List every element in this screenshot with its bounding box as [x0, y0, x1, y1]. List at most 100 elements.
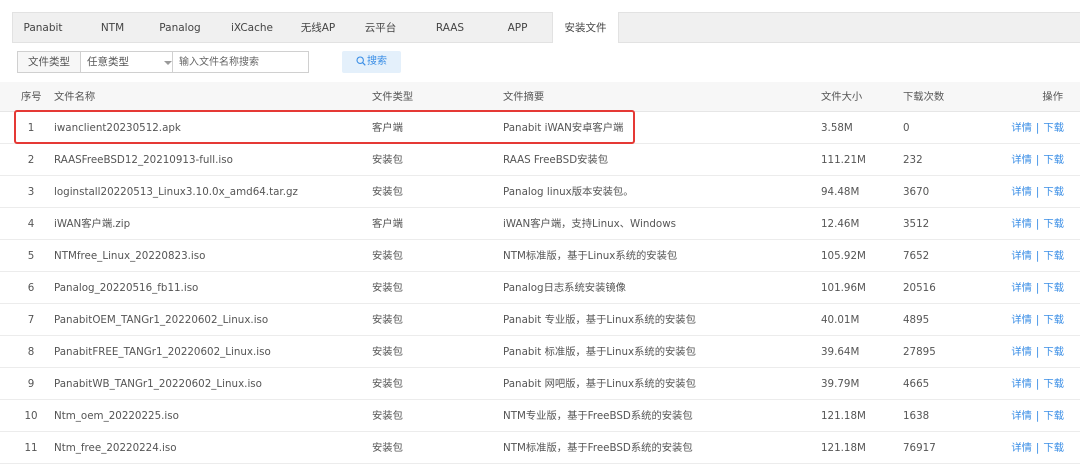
tab-app[interactable]: APP — [490, 13, 545, 43]
detail-link[interactable]: 详情 — [1011, 186, 1032, 198]
row-file-name: iwanclient20230512.apk — [54, 122, 181, 134]
row-actions: 详情 | 下载 — [1011, 176, 1064, 208]
download-link[interactable]: 下载 — [1043, 122, 1064, 134]
table-row: 10 Ntm_oem_20220225.iso 安装包 NTM专业版，基于FreeBS… — [0, 400, 1080, 432]
row-num: 1 — [27, 122, 35, 134]
download-link[interactable]: 下载 — [1043, 218, 1064, 230]
header-type: 文件类型 — [372, 91, 414, 103]
row-file-name: PanabitWB_TANGr1_20220602_Linux.iso — [54, 378, 262, 390]
row-file-desc: RAAS FreeBSD安装包 — [503, 154, 609, 166]
row-actions: 详情 | 下载 — [1011, 336, 1064, 368]
row-actions: 详情 | 下载 — [1011, 304, 1064, 336]
row-download-count: 232 — [903, 154, 923, 166]
row-file-size: 94.48M — [821, 186, 860, 198]
row-file-size: 3.58M — [821, 122, 853, 134]
detail-link[interactable]: 详情 — [1011, 122, 1032, 134]
row-actions: 详情 | 下载 — [1011, 400, 1064, 432]
row-download-count: 0 — [903, 122, 910, 134]
row-file-type: 客户端 — [372, 122, 403, 134]
download-link[interactable]: 下载 — [1043, 250, 1064, 262]
row-num: 8 — [27, 346, 35, 358]
row-download-count: 3512 — [903, 218, 930, 230]
action-separator: | — [1035, 218, 1040, 230]
tab-raas[interactable]: RAAS — [424, 13, 476, 43]
row-num: 9 — [27, 378, 35, 390]
action-separator: | — [1035, 442, 1040, 454]
header-count: 下载次数 — [903, 91, 945, 103]
search-input[interactable] — [172, 51, 309, 73]
row-file-desc: NTM专业版，基于FreeBSD系统的安装包 — [503, 410, 693, 422]
row-num: 5 — [27, 250, 35, 262]
search-button[interactable]: 搜索 — [342, 51, 401, 73]
table-row: 11 Ntm_free_20220224.iso 安装包 NTM标准版，基于FreeB… — [0, 432, 1080, 464]
row-file-name: PanabitFREE_TANGr1_20220602_Linux.iso — [54, 346, 271, 358]
detail-link[interactable]: 详情 — [1011, 442, 1032, 454]
download-link[interactable]: 下载 — [1043, 154, 1064, 166]
row-file-type: 安装包 — [372, 378, 403, 390]
caret-down-icon — [164, 61, 172, 65]
detail-link[interactable]: 详情 — [1011, 154, 1032, 166]
download-link[interactable]: 下载 — [1043, 314, 1064, 326]
row-download-count: 27895 — [903, 346, 936, 358]
tab-wireless-ap[interactable]: 无线AP — [292, 13, 344, 43]
row-actions: 详情 | 下载 — [1011, 240, 1064, 272]
row-file-type: 客户端 — [372, 218, 403, 230]
row-actions: 详情 | 下载 — [1011, 208, 1064, 240]
download-link[interactable]: 下载 — [1043, 282, 1064, 294]
tab-install-files[interactable]: 安装文件 — [552, 12, 619, 43]
row-file-name: Panalog_20220516_fb11.iso — [54, 282, 199, 294]
tab-cloud-platform[interactable]: 云平台 — [353, 13, 408, 43]
download-link[interactable]: 下载 — [1043, 186, 1064, 198]
row-download-count: 1638 — [903, 410, 930, 422]
row-file-desc: iWAN客户端，支持Linux、Windows — [503, 218, 677, 230]
row-file-desc: Panalog linux版本安装包。 — [503, 186, 634, 198]
tab-panabit[interactable]: Panabit — [13, 13, 73, 43]
detail-link[interactable]: 详情 — [1011, 314, 1032, 326]
row-file-type: 安装包 — [372, 346, 403, 358]
file-type-select[interactable]: 任意类型 — [80, 51, 181, 73]
row-file-desc: Panabit 网吧版，基于Linux系统的安装包 — [503, 378, 696, 390]
action-separator: | — [1035, 122, 1040, 134]
row-file-desc: NTM标准版，基于FreeBSD系统的安装包 — [503, 442, 693, 454]
download-link[interactable]: 下载 — [1043, 378, 1064, 390]
row-actions: 详情 | 下载 — [1011, 368, 1064, 400]
action-separator: | — [1035, 378, 1040, 390]
tab-bar: Panabit NTM Panalog iXCache 无线AP 云平台 RAA… — [12, 12, 1080, 43]
download-link[interactable]: 下载 — [1043, 442, 1064, 454]
row-num: 2 — [27, 154, 35, 166]
action-separator: | — [1035, 154, 1040, 166]
tab-ixcache[interactable]: iXCache — [222, 13, 282, 43]
detail-link[interactable]: 详情 — [1011, 410, 1032, 422]
row-file-size: 39.64M — [821, 346, 860, 358]
table-row: 6 Panalog_20220516_fb11.iso 安装包 Panalog日志系统… — [0, 272, 1080, 304]
row-download-count: 3670 — [903, 186, 930, 198]
row-file-name: Ntm_free_20220224.iso — [54, 442, 177, 454]
tab-ntm[interactable]: NTM — [90, 13, 135, 43]
row-file-size: 12.46M — [821, 218, 860, 230]
row-file-type: 安装包 — [372, 442, 403, 454]
detail-link[interactable]: 详情 — [1011, 378, 1032, 390]
action-separator: | — [1035, 314, 1040, 326]
tab-panalog[interactable]: Panalog — [151, 13, 209, 43]
download-link[interactable]: 下载 — [1043, 346, 1064, 358]
detail-link[interactable]: 详情 — [1011, 282, 1032, 294]
table-row: 2 RAASFreeBSD12_20210913-full.iso 安装包 RAAS … — [0, 144, 1080, 176]
detail-link[interactable]: 详情 — [1011, 346, 1032, 358]
row-actions: 详情 | 下载 — [1011, 432, 1064, 464]
download-link[interactable]: 下载 — [1043, 410, 1064, 422]
row-file-size: 39.79M — [821, 378, 860, 390]
row-file-size: 121.18M — [821, 410, 866, 422]
header-op: 操作 — [1042, 91, 1063, 103]
row-file-size: 121.18M — [821, 442, 866, 454]
detail-link[interactable]: 详情 — [1011, 218, 1032, 230]
header-size: 文件大小 — [821, 91, 863, 103]
action-separator: | — [1035, 282, 1040, 294]
row-file-size: 105.92M — [821, 250, 866, 262]
file-type-selected-value: 任意类型 — [87, 56, 129, 68]
detail-link[interactable]: 详情 — [1011, 250, 1032, 262]
row-num: 3 — [27, 186, 35, 198]
table-row: 9 PanabitWB_TANGr1_20220602_Linux.iso 安装包 P… — [0, 368, 1080, 400]
header-num: 序号 — [21, 91, 42, 103]
row-file-name: iWAN客户端.zip — [54, 218, 131, 230]
row-file-desc: Panabit 专业版，基于Linux系统的安装包 — [503, 314, 696, 326]
